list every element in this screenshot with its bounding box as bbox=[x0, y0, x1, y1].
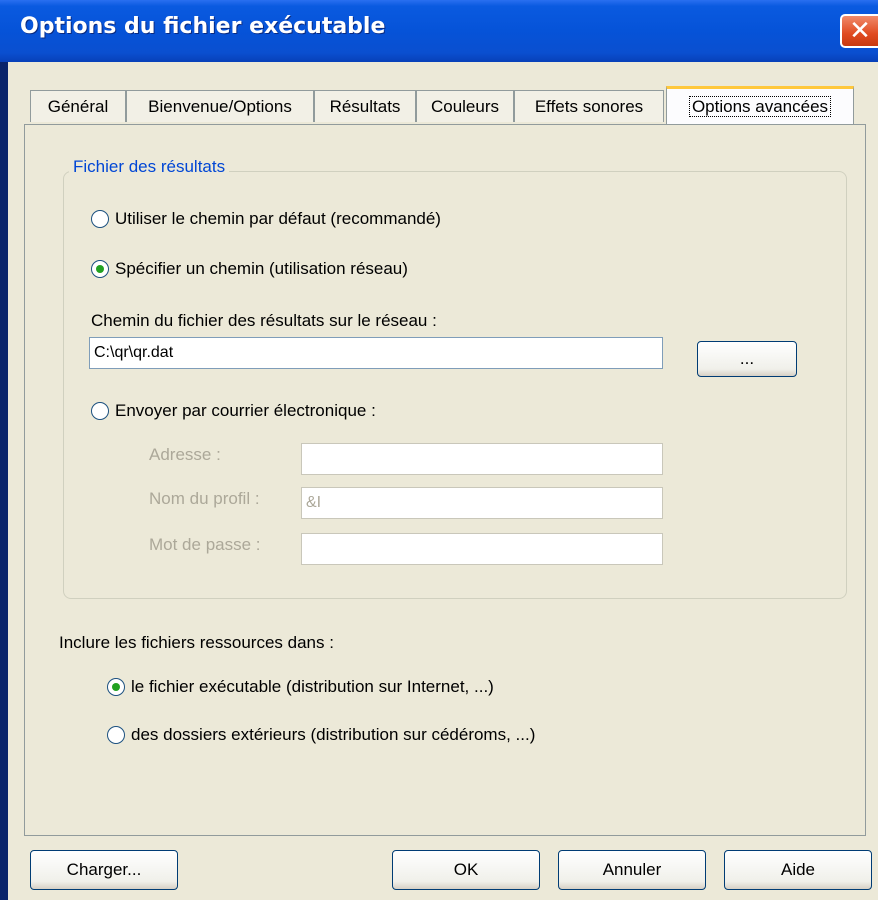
profile-name-input[interactable]: &I bbox=[301, 487, 663, 519]
network-path-input[interactable]: C:\qr\qr.dat bbox=[89, 337, 663, 369]
password-input[interactable] bbox=[301, 533, 663, 565]
radio-resources-exe-label: le fichier exécutable (distribution sur … bbox=[131, 677, 494, 696]
radio-button[interactable] bbox=[107, 726, 125, 744]
resources-label: Inclure les fichiers ressources dans : bbox=[59, 633, 334, 652]
dialog-window: Options du fichier exécutable ✕ Général … bbox=[0, 0, 878, 900]
tab-welcome-options[interactable]: Bienvenue/Options bbox=[126, 90, 314, 122]
ok-button[interactable]: OK bbox=[392, 850, 540, 890]
load-button[interactable]: Charger... bbox=[30, 850, 178, 890]
dialog-client-area: Général Bienvenue/Options Résultats Coul… bbox=[8, 62, 878, 900]
tab-colors[interactable]: Couleurs bbox=[416, 90, 514, 122]
profile-name-label: Nom du profil : bbox=[149, 489, 260, 508]
radio-button[interactable] bbox=[91, 210, 109, 228]
tab-general[interactable]: Général bbox=[30, 90, 126, 122]
close-icon[interactable]: ✕ bbox=[840, 14, 878, 48]
address-input[interactable] bbox=[301, 443, 663, 475]
radio-resources-exe[interactable]: le fichier exécutable (distribution sur … bbox=[107, 677, 494, 697]
tab-sound-effects[interactable]: Effets sonores bbox=[514, 90, 664, 122]
network-path-label: Chemin du fichier des résultats sur le r… bbox=[91, 311, 437, 330]
browse-button[interactable]: ... bbox=[697, 341, 797, 377]
radio-button[interactable] bbox=[107, 678, 125, 696]
tab-label: Options avancées bbox=[688, 96, 832, 117]
results-file-legend: Fichier des résultats bbox=[69, 157, 230, 177]
radio-button[interactable] bbox=[91, 260, 109, 278]
tab-label: Bienvenue/Options bbox=[148, 97, 292, 116]
title-bar[interactable]: Options du fichier exécutable ✕ bbox=[0, 0, 878, 62]
radio-resources-folders[interactable]: des dossiers extérieurs (distribution su… bbox=[107, 725, 535, 745]
radio-button[interactable] bbox=[91, 402, 109, 420]
radio-specify-path[interactable]: Spécifier un chemin (utilisation réseau) bbox=[91, 259, 408, 279]
radio-resources-folders-label: des dossiers extérieurs (distribution su… bbox=[131, 725, 536, 744]
tab-label: Couleurs bbox=[430, 97, 500, 116]
tab-label: Général bbox=[47, 97, 109, 116]
advanced-options-panel: Fichier des résultats Utiliser le chemin… bbox=[24, 124, 866, 836]
password-label: Mot de passe : bbox=[149, 535, 261, 554]
window-title: Options du fichier exécutable bbox=[20, 14, 386, 39]
tab-label: Effets sonores bbox=[534, 97, 644, 116]
radio-default-path[interactable]: Utiliser le chemin par défaut (recommand… bbox=[91, 209, 441, 229]
tab-label: Résultats bbox=[329, 97, 401, 116]
radio-send-email[interactable]: Envoyer par courrier électronique : bbox=[91, 401, 376, 421]
tab-advanced-options[interactable]: Options avancées bbox=[666, 86, 854, 124]
radio-send-email-label: Envoyer par courrier électronique : bbox=[115, 401, 376, 420]
help-button[interactable]: Aide bbox=[724, 850, 872, 890]
address-label: Adresse : bbox=[149, 445, 221, 464]
radio-specify-path-label: Spécifier un chemin (utilisation réseau) bbox=[115, 259, 408, 278]
cancel-button[interactable]: Annuler bbox=[558, 850, 706, 890]
radio-default-path-label: Utiliser le chemin par défaut (recommand… bbox=[115, 209, 441, 228]
tab-results[interactable]: Résultats bbox=[314, 90, 416, 122]
